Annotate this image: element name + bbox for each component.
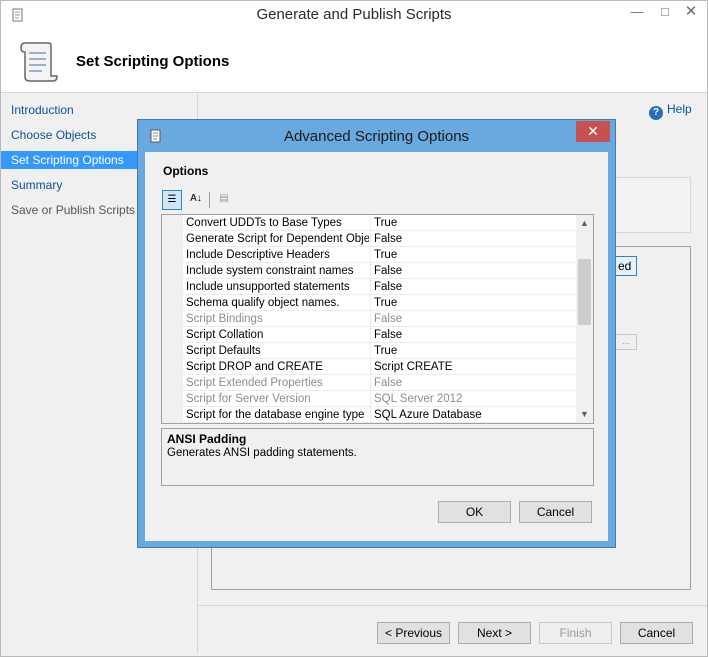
- nav-item-save-or-publish: Save or Publish Scripts: [11, 203, 136, 217]
- property-row[interactable]: Include unsupported statements False: [183, 279, 577, 295]
- nav-item-set-scripting-options[interactable]: Set Scripting Options: [1, 151, 138, 169]
- property-row[interactable]: Script Collation False: [183, 327, 577, 343]
- nav-item-introduction[interactable]: Introduction: [1, 101, 138, 119]
- categorized-icon[interactable]: ☰: [162, 190, 182, 210]
- property-name: Include Descriptive Headers: [186, 249, 330, 261]
- maximize-button[interactable]: □: [651, 1, 679, 23]
- property-value[interactable]: True: [370, 343, 576, 359]
- background-panel: [615, 177, 691, 233]
- property-name: Include system constraint names: [186, 265, 354, 277]
- property-row[interactable]: Generate Script for Dependent Objects Fal…: [183, 231, 577, 247]
- property-name: Script for Server Version: [186, 393, 311, 405]
- property-value[interactable]: Script CREATE: [370, 359, 576, 375]
- nav-item-choose-objects[interactable]: Choose Objects: [1, 126, 138, 144]
- previous-button[interactable]: < Previous: [377, 622, 450, 644]
- page-title: Set Scripting Options: [76, 53, 230, 70]
- property-name: Script DROP and CREATE: [186, 361, 323, 373]
- grid-gutter: [162, 215, 183, 423]
- scroll-down-icon[interactable]: ▼: [576, 406, 593, 423]
- scroll-icon: [20, 42, 58, 82]
- property-row[interactable]: Script DROP and CREATE Script CREATE: [183, 359, 577, 375]
- scroll-up-icon[interactable]: ▲: [576, 215, 593, 232]
- dialog-cancel-button[interactable]: Cancel: [519, 501, 592, 523]
- property-name: Script Bindings: [186, 313, 263, 325]
- property-value[interactable]: False: [370, 327, 576, 343]
- property-name: Schema qualify object names.: [186, 297, 340, 309]
- property-grid[interactable]: Convert UDDTs to Base Types True Generate …: [161, 214, 594, 424]
- property-value[interactable]: True: [370, 215, 576, 231]
- dialog-title: Advanced Scripting Options: [283, 128, 470, 145]
- dialog-body: Options ☰ A↓ ▤ Convert UDDTs to Base Typ…: [145, 152, 608, 541]
- property-row[interactable]: Script Extended Properties False: [183, 375, 577, 391]
- property-row[interactable]: Include system constraint names False: [183, 263, 577, 279]
- description-text: Generates ANSI padding statements.: [167, 447, 357, 459]
- browse-button: ...: [615, 334, 637, 350]
- property-row[interactable]: Script for Server Version SQL Server 2012: [183, 391, 577, 407]
- property-value[interactable]: False: [370, 263, 576, 279]
- property-row[interactable]: Include Descriptive Headers True: [183, 247, 577, 263]
- minimize-button[interactable]: —: [623, 1, 651, 23]
- property-name: Generate Script for Dependent Objects: [186, 233, 369, 245]
- property-pages-icon: ▤: [219, 193, 229, 204]
- property-value[interactable]: True: [370, 295, 576, 311]
- property-name: Script Extended Properties: [186, 377, 323, 389]
- help-link[interactable]: ? Help: [649, 102, 692, 120]
- toolbar-separator: [209, 192, 210, 208]
- header-band: Set Scripting Options: [1, 31, 707, 93]
- help-icon: ?: [649, 106, 663, 120]
- property-value: False: [370, 375, 576, 391]
- property-row[interactable]: Script for the database engine type SQL A…: [183, 407, 577, 423]
- alphabetical-sort-icon[interactable]: A↓: [186, 190, 206, 210]
- cancel-button[interactable]: Cancel: [620, 622, 693, 644]
- main-titlebar: Generate and Publish Scripts — □ ✕: [1, 1, 707, 31]
- property-rows: Convert UDDTs to Base Types True Generate …: [183, 215, 577, 423]
- property-row[interactable]: Script Defaults True: [183, 343, 577, 359]
- property-name: Script Defaults: [186, 345, 261, 357]
- scroll-thumb[interactable]: [578, 259, 591, 325]
- bottom-divider: [198, 605, 707, 606]
- next-button[interactable]: Next >: [458, 622, 531, 644]
- finish-button: Finish: [539, 622, 612, 644]
- property-value: False: [370, 311, 576, 327]
- help-label: Help: [667, 102, 692, 116]
- dialog-titlebar: Advanced Scripting Options ✕: [138, 120, 615, 152]
- property-name: Script for the database engine type: [186, 409, 365, 421]
- property-value[interactable]: SQL Azure Database: [370, 407, 576, 423]
- property-name: Script Collation: [186, 329, 264, 341]
- description-panel: ANSI Padding Generates ANSI padding stat…: [161, 428, 594, 486]
- property-name: Include unsupported statements: [186, 281, 350, 293]
- property-value[interactable]: False: [370, 231, 576, 247]
- advanced-button[interactable]: ed: [615, 256, 637, 276]
- window-title: Generate and Publish Scripts: [256, 6, 452, 23]
- property-row[interactable]: Convert UDDTs to Base Types True: [183, 215, 577, 231]
- property-value: SQL Server 2012: [370, 391, 576, 407]
- property-name: Convert UDDTs to Base Types: [186, 217, 342, 229]
- grid-scrollbar[interactable]: ▲ ▼: [576, 215, 593, 423]
- property-value[interactable]: True: [370, 247, 576, 263]
- property-row[interactable]: Schema qualify object names. True: [183, 295, 577, 311]
- nav-item-summary[interactable]: Summary: [1, 176, 138, 194]
- options-label: Options: [163, 164, 209, 178]
- description-title: ANSI Padding: [167, 432, 247, 446]
- ok-button[interactable]: OK: [438, 501, 511, 523]
- property-row[interactable]: Script Bindings False: [183, 311, 577, 327]
- advanced-scripting-options-dialog: Advanced Scripting Options ✕ Options ☰ A…: [137, 119, 616, 548]
- property-value[interactable]: False: [370, 279, 576, 295]
- close-button[interactable]: ✕: [677, 1, 705, 23]
- dialog-close-button[interactable]: ✕: [576, 121, 610, 142]
